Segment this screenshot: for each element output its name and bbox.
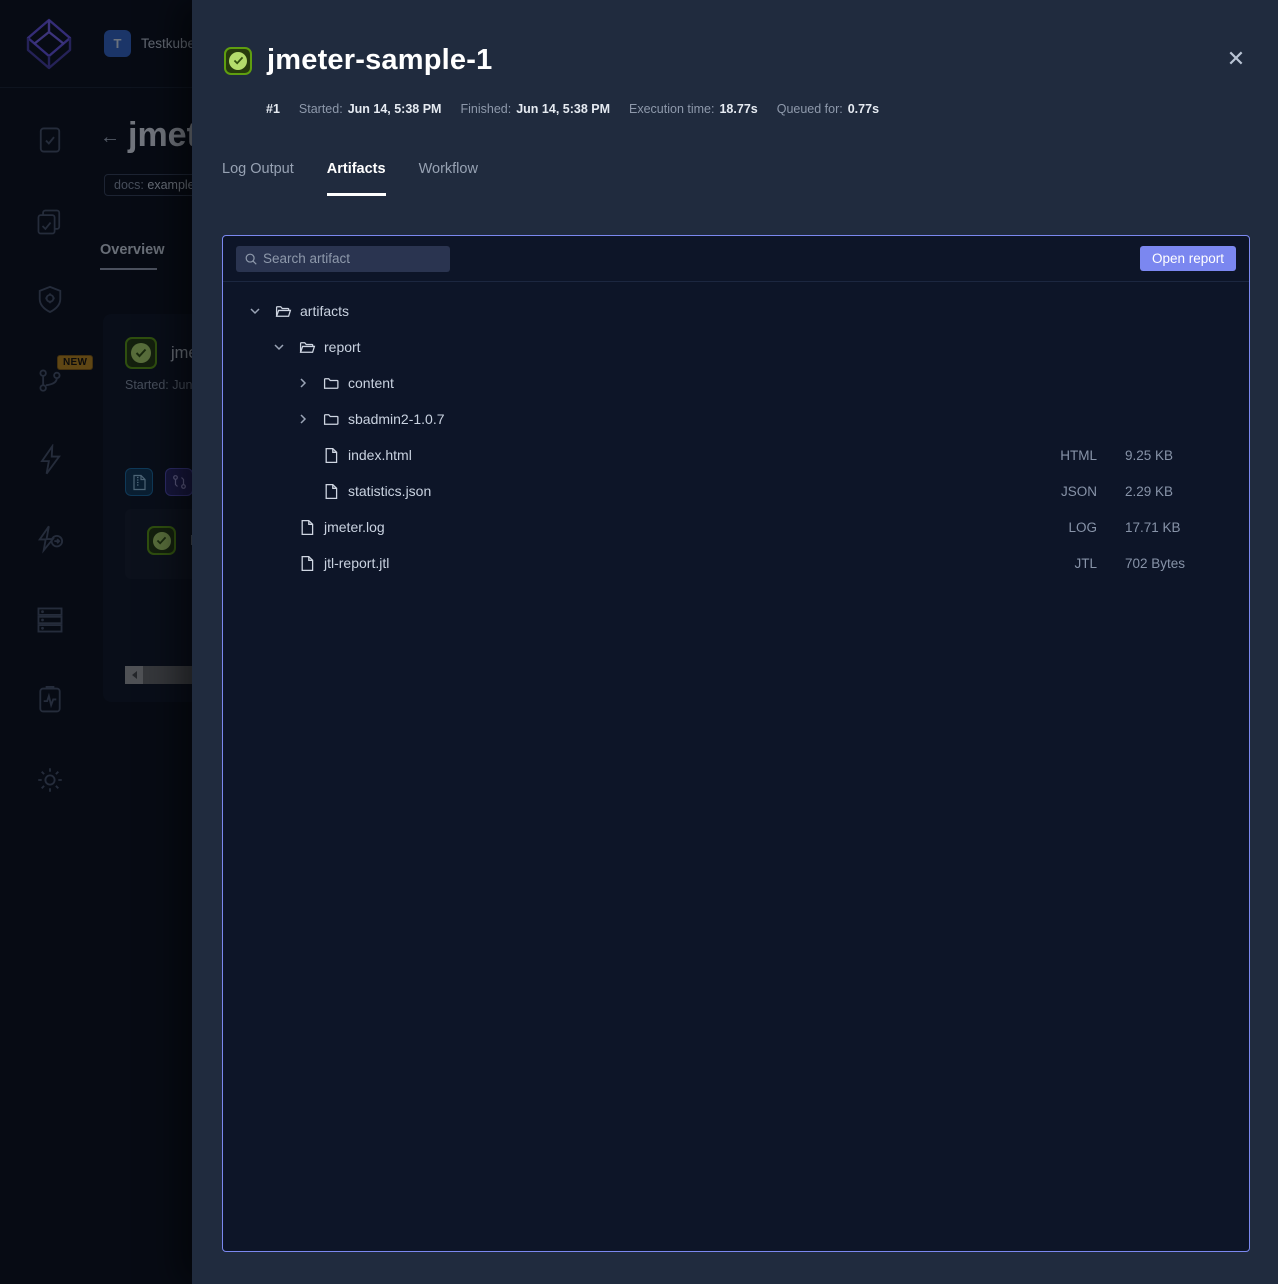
tree-folder-row[interactable]: artifacts	[223, 293, 1249, 329]
file-size: 9.25 KB	[1125, 448, 1220, 463]
tree-file-row[interactable]: index.html HTML 9.25 KB	[223, 437, 1249, 473]
tree-folder-row[interactable]: content	[223, 365, 1249, 401]
chevron-right-icon[interactable]	[295, 411, 311, 427]
file-icon	[299, 555, 316, 572]
tree-item-label[interactable]: artifacts	[300, 303, 349, 319]
tree-folder-row[interactable]: sbadmin2-1.0.7	[223, 401, 1249, 437]
tab-artifacts[interactable]: Artifacts	[327, 161, 386, 196]
folder-open-icon	[299, 339, 316, 356]
file-icon	[299, 519, 316, 536]
modal-dim-mask	[0, 0, 192, 1284]
finished-value: Jun 14, 5:38 PM	[516, 102, 610, 116]
tree-item-label[interactable]: report	[324, 339, 361, 355]
close-icon[interactable]: ✕	[1222, 45, 1250, 73]
tree-file-row[interactable]: statistics.json JSON 2.29 KB	[223, 473, 1249, 509]
open-report-button[interactable]: Open report	[1140, 246, 1236, 271]
background-app: T Testkube NEW	[0, 0, 192, 1284]
file-type: JTL	[1027, 556, 1097, 571]
tree-item-label[interactable]: jmeter.log	[324, 519, 385, 535]
file-type: JSON	[1027, 484, 1097, 499]
file-size: 2.29 KB	[1125, 484, 1220, 499]
execution-time-value: 18.77s	[719, 102, 757, 116]
execution-number: #1	[266, 102, 280, 116]
finished-label: Finished:	[460, 102, 511, 116]
search-artifact[interactable]	[236, 246, 450, 272]
queued-label: Queued for:	[777, 102, 843, 116]
file-icon	[323, 447, 340, 464]
folder-icon	[323, 411, 340, 428]
artifacts-panel-header: Open report	[223, 236, 1249, 282]
folder-icon	[323, 375, 340, 392]
execution-meta: #1 Started: Jun 14, 5:38 PM Finished: Jun …	[266, 102, 879, 116]
execution-drawer: ✕ jmeter-sample-1 #1 Started: Jun 14, 5:3…	[192, 0, 1278, 1284]
file-size: 17.71 KB	[1125, 520, 1220, 535]
artifact-tree: artifacts report content sbadmin2-1.0.7 inde…	[223, 282, 1249, 581]
chevron-down-icon[interactable]	[247, 303, 263, 319]
drawer-tabs: Log Output Artifacts Workflow	[222, 161, 478, 196]
file-size: 702 Bytes	[1125, 556, 1220, 571]
file-type: LOG	[1027, 520, 1097, 535]
started-label: Started:	[299, 102, 343, 116]
tab-workflow[interactable]: Workflow	[419, 161, 478, 196]
search-icon	[244, 252, 258, 266]
tree-folder-row[interactable]: report	[223, 329, 1249, 365]
file-type: HTML	[1027, 448, 1097, 463]
tree-item-label[interactable]: jtl-report.jtl	[324, 555, 389, 571]
tree-item-label[interactable]: sbadmin2-1.0.7	[348, 411, 445, 427]
chevron-right-icon[interactable]	[295, 375, 311, 391]
tab-log-output[interactable]: Log Output	[222, 161, 294, 196]
tree-file-row[interactable]: jmeter.log LOG 17.71 KB	[223, 509, 1249, 545]
file-icon	[323, 483, 340, 500]
execution-time-label: Execution time:	[629, 102, 714, 116]
tree-file-row[interactable]: jtl-report.jtl JTL 702 Bytes	[223, 545, 1249, 581]
tree-item-label[interactable]: content	[348, 375, 394, 391]
started-value: Jun 14, 5:38 PM	[348, 102, 442, 116]
drawer-title: jmeter-sample-1	[267, 44, 492, 77]
artifacts-panel: Open report artifacts report content sbadmi…	[222, 235, 1250, 1252]
tree-item-label[interactable]: index.html	[348, 447, 412, 463]
folder-open-icon	[275, 303, 292, 320]
tree-item-label[interactable]: statistics.json	[348, 483, 431, 499]
chevron-down-icon[interactable]	[271, 339, 287, 355]
queued-value: 0.77s	[848, 102, 879, 116]
status-success-icon	[224, 47, 252, 75]
search-artifact-input[interactable]	[236, 246, 450, 272]
